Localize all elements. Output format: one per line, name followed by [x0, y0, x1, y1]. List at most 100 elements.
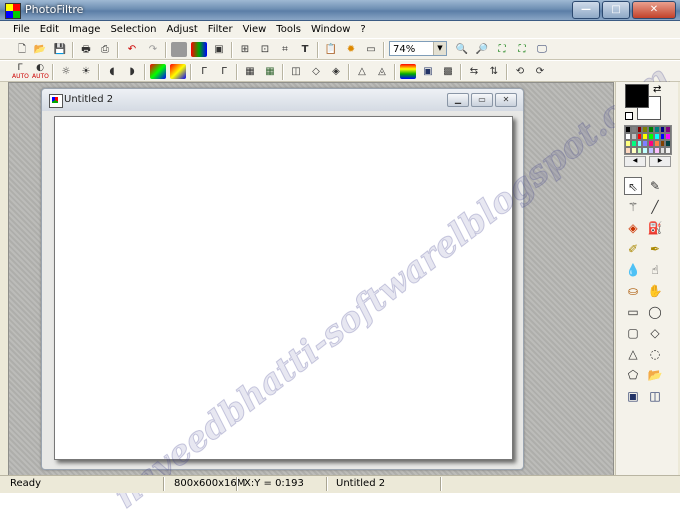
grid2-icon[interactable]: ▦ — [262, 64, 278, 79]
color-swatches[interactable] — [624, 125, 672, 155]
rotate-right-icon[interactable]: ⟳ — [532, 64, 548, 79]
save-icon[interactable]: 💾 — [52, 42, 68, 57]
gamma-up-icon[interactable]: Γ — [216, 64, 232, 79]
canvas-size-icon[interactable]: ⊡ — [257, 42, 273, 57]
redo-icon[interactable]: ↷ — [145, 42, 161, 57]
foreground-color-swatch[interactable] — [625, 84, 649, 108]
diamond-icon[interactable]: ◇ — [646, 324, 664, 342]
color-swatch[interactable] — [665, 133, 671, 140]
zoom-combo[interactable]: 74% ▼ — [389, 41, 447, 56]
contrast-up-icon[interactable]: ◗ — [124, 64, 140, 79]
rotate-left-icon[interactable]: ⟲ — [512, 64, 528, 79]
paste-icon[interactable]: 📋 — [323, 42, 339, 57]
document-title-bar[interactable]: Untitled 2 ▁ ▭ ✕ — [42, 89, 523, 111]
triangle-filter-icon[interactable]: △ — [354, 64, 370, 79]
eyedropper-icon[interactable]: ✎ — [646, 177, 664, 195]
stamp-icon[interactable]: ⛀ — [624, 282, 642, 300]
ellipse-icon[interactable]: ◯ — [646, 303, 664, 321]
fill-icon[interactable]: ◈ — [624, 219, 642, 237]
grid-icon[interactable]: ▦ — [242, 64, 258, 79]
color-swatch[interactable] — [665, 126, 671, 133]
lasso-icon[interactable]: ◌ — [646, 345, 664, 363]
brightness-up-icon[interactable]: ☀ — [78, 64, 94, 79]
document-icon — [49, 94, 63, 108]
triangle-icon[interactable]: △ — [624, 345, 642, 363]
fullscreen-icon[interactable]: ▭ — [363, 42, 379, 57]
reset-colors-icon[interactable] — [625, 112, 633, 120]
spray-icon[interactable]: ⛽ — [646, 219, 664, 237]
swap-colors-icon[interactable]: ⇄ — [653, 84, 661, 95]
rounded-rect-icon[interactable]: ▢ — [624, 324, 642, 342]
menu-image[interactable]: Image — [64, 21, 105, 38]
select-all-icon[interactable]: ▣ — [624, 387, 642, 405]
flip-v-icon[interactable]: ⇅ — [486, 64, 502, 79]
image-size-icon[interactable]: ⊞ — [237, 42, 253, 57]
crop-icon[interactable]: ⌗ — [277, 42, 293, 57]
auto-levels-button[interactable]: Γ AUTO — [12, 64, 29, 81]
title-bar[interactable]: PhotoFiltre — □ ✕ — [0, 0, 680, 21]
undo-icon[interactable]: ↶ — [124, 42, 140, 57]
zoom-out-icon[interactable]: 🔎 — [474, 42, 490, 57]
brush-icon[interactable]: ✐ — [624, 240, 642, 258]
brightness-down-icon[interactable]: ☼ — [58, 64, 74, 79]
frame-icon[interactable]: ▣ — [420, 64, 436, 79]
blur-drop-icon[interactable]: 💧 — [624, 261, 642, 279]
close-button[interactable]: ✕ — [632, 1, 676, 19]
sharpen-icon[interactable]: ◈ — [328, 64, 344, 79]
maximize-button[interactable]: □ — [602, 1, 630, 19]
folder-icon[interactable]: 📂 — [646, 366, 664, 384]
gradient-icon[interactable] — [400, 64, 416, 79]
menu-view[interactable]: View — [238, 21, 272, 38]
settings-icon[interactable]: ✹ — [343, 42, 359, 57]
blur-icon[interactable]: ◫ — [288, 64, 304, 79]
contrast-down-icon[interactable]: ◖ — [104, 64, 120, 79]
menu-filter[interactable]: Filter — [203, 21, 238, 38]
saturation-up-icon[interactable] — [170, 64, 186, 79]
line-icon[interactable]: ╱ — [646, 198, 664, 216]
flip-h-icon[interactable]: ⇆ — [466, 64, 482, 79]
doc-minimize-button[interactable]: ▁ — [447, 93, 469, 107]
minimize-button[interactable]: — — [572, 1, 600, 19]
open-icon[interactable]: 📂 — [32, 42, 48, 57]
invert-icon[interactable]: ▣ — [211, 42, 227, 57]
text-icon[interactable]: T — [297, 42, 313, 57]
texture-icon[interactable]: ▩ — [440, 64, 456, 79]
actual-size-icon[interactable]: ⛶ — [514, 42, 530, 57]
print-icon[interactable]: 🖶 — [78, 42, 94, 57]
menu-file[interactable]: File — [8, 21, 35, 38]
pointer-icon[interactable]: ⇖ — [624, 177, 642, 195]
new-icon[interactable]: 🗋 — [14, 42, 30, 57]
color-swatch[interactable] — [665, 147, 671, 154]
drop-icon[interactable]: ◇ — [308, 64, 324, 79]
saturation-down-icon[interactable] — [150, 64, 166, 79]
menu-window[interactable]: Window — [306, 21, 355, 38]
color-swatch[interactable] — [665, 140, 671, 147]
menu-adjust[interactable]: Adjust — [162, 21, 203, 38]
palette-prev-button[interactable]: ◀ — [624, 156, 646, 167]
slideshow-icon[interactable]: 🖵 — [534, 42, 550, 57]
drop2-icon[interactable]: ◬ — [374, 64, 390, 79]
hand-icon[interactable]: ✋ — [646, 282, 664, 300]
menu-tools[interactable]: Tools — [271, 21, 306, 38]
auto-contrast-button[interactable]: ◐ AUTO — [32, 64, 49, 81]
polygon-icon[interactable]: ⬠ — [624, 366, 642, 384]
rectangle-icon[interactable]: ▭ — [624, 303, 642, 321]
rgb-icon[interactable] — [191, 42, 207, 57]
gamma-down-icon[interactable]: Γ — [196, 64, 212, 79]
menu-help[interactable]: ? — [355, 21, 370, 38]
zoom-in-icon[interactable]: 🔍 — [454, 42, 470, 57]
scan-icon[interactable]: ⎙ — [97, 42, 113, 57]
menu-edit[interactable]: Edit — [35, 21, 64, 38]
image-canvas[interactable]: naveedbhatti-softwarelblogspot.com — [54, 57, 678, 516]
doc-close-button[interactable]: ✕ — [495, 93, 517, 107]
magic-wand-icon[interactable]: ⚚ — [624, 198, 642, 216]
zoom-fit-icon[interactable]: ⛶ — [494, 42, 510, 57]
select-invert-icon[interactable]: ◫ — [646, 387, 664, 405]
doc-maximize-button[interactable]: ▭ — [471, 93, 493, 107]
advanced-brush-icon[interactable]: ✒ — [646, 240, 664, 258]
gray-icon[interactable] — [171, 42, 187, 57]
smudge-icon[interactable]: ☝ — [646, 261, 664, 279]
palette-next-button[interactable]: ▶ — [649, 156, 671, 167]
menu-selection[interactable]: Selection — [105, 21, 161, 38]
chevron-down-icon[interactable]: ▼ — [433, 42, 446, 55]
